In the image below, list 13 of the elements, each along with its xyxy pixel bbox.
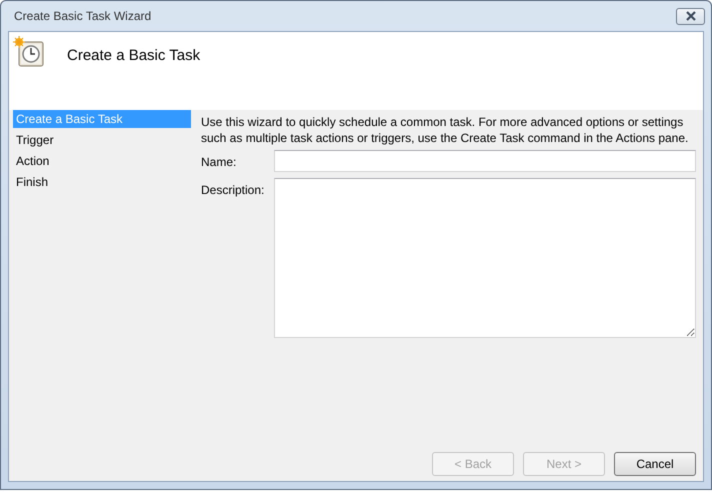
field-label: Description: — [201, 182, 266, 199]
name-field[interactable] — [274, 150, 696, 172]
intro-text: Use this wizard to quickly schedule a common task. For more advanced options or settings such as multiple task actions or triggers, use the Create Task command in the Actions pane. — [201, 114, 690, 146]
step-item[interactable]: Finish — [13, 173, 191, 191]
close-button[interactable] — [676, 8, 705, 24]
wizard-button[interactable]: Cancel — [614, 452, 696, 476]
window-title: Create Basic Task Wizard — [13, 9, 152, 23]
field-label: Name: — [201, 154, 238, 171]
step-item[interactable]: Action — [13, 152, 191, 170]
page-title: Create a Basic Task — [67, 47, 200, 64]
close-icon — [684, 11, 696, 21]
step-item[interactable]: Trigger — [13, 131, 191, 149]
description-field[interactable] — [274, 178, 696, 338]
